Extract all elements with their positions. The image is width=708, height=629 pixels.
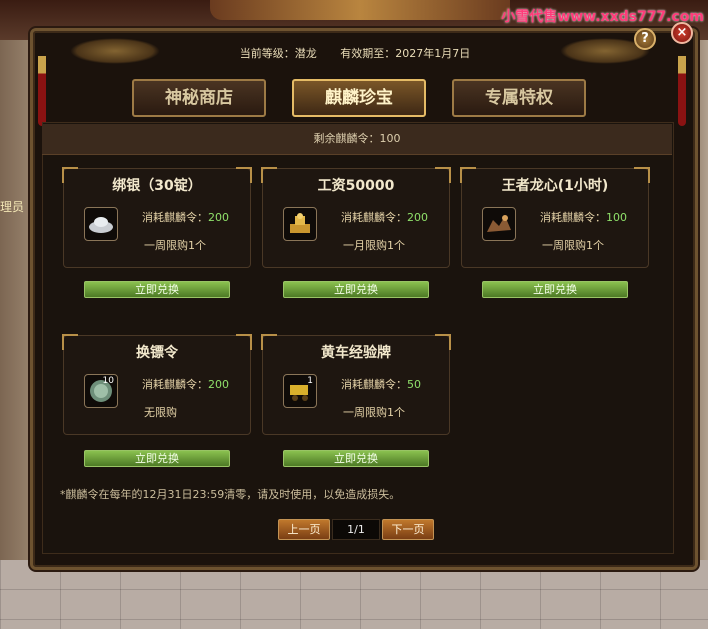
- status-header: 当前等级：潜龙 有效期至：2027年1月7日: [40, 42, 670, 66]
- cost-value: 200: [208, 211, 229, 224]
- exchange-button[interactable]: 立即兑换: [283, 450, 429, 467]
- exchange-button[interactable]: 立即兑换: [283, 281, 429, 298]
- item-title: 黄车经验牌: [321, 345, 391, 361]
- dragon-heart-icon[interactable]: [482, 207, 516, 241]
- tab-mystery-shop[interactable]: 神秘商店: [132, 79, 266, 117]
- item-cost: 消耗麒麟令：200: [142, 209, 229, 225]
- purchase-limit: 无限购: [144, 406, 177, 419]
- item-title: 王者龙心(1小时): [501, 178, 609, 194]
- exchange-button[interactable]: 立即兑换: [482, 281, 628, 298]
- help-button[interactable]: ?: [634, 28, 656, 50]
- item-title: 绑银（30锭）: [112, 178, 202, 194]
- side-npc-text: 理员: [0, 200, 25, 214]
- silver-ingot-icon[interactable]: [84, 207, 118, 241]
- page-indicator: 1/1: [332, 519, 380, 540]
- item-card: 换镖令 10 消耗麒麟令：200 无限购: [62, 334, 252, 435]
- scene-floor: [0, 560, 708, 629]
- exchange-button[interactable]: 立即兑换: [84, 281, 230, 298]
- cost-label: 消耗麒麟令：: [142, 378, 208, 391]
- next-page-button[interactable]: 下一页: [382, 519, 434, 540]
- reset-notice: *麒麟令在每年的12月31日23:59清零，请及时使用，以免造成损失。: [60, 488, 401, 501]
- cost-label: 消耗麒麟令：: [341, 211, 407, 224]
- tab-exclusive-privilege[interactable]: 专属特权: [452, 79, 586, 117]
- item-card: 绑银（30锭） 消耗麒麟令：200 一周限购1个: [62, 167, 252, 268]
- exchange-button[interactable]: 立即兑换: [84, 450, 230, 467]
- remaining-tokens: 剩余麒麟令：100: [42, 124, 672, 155]
- item-cost: 消耗麒麟令：50: [341, 376, 421, 392]
- cost-label: 消耗麒麟令：: [540, 211, 606, 224]
- cost-value: 200: [208, 378, 229, 391]
- watermark: 小雪代售www.xxds777.com: [501, 9, 704, 25]
- prev-page-button[interactable]: 上一页: [278, 519, 330, 540]
- item-card: 黄车经验牌 1 消耗麒麟令：50 一周限购1个: [261, 334, 451, 435]
- escort-token-icon[interactable]: 10: [84, 374, 118, 408]
- gold-seal-icon[interactable]: [283, 207, 317, 241]
- expire-date: 有效期至：2027年1月7日: [340, 47, 471, 60]
- item-cost: 消耗麒麟令：200: [341, 209, 428, 225]
- purchase-limit: 一周限购1个: [144, 239, 206, 252]
- scene-banner: [210, 0, 510, 20]
- cost-value: 100: [606, 211, 627, 224]
- item-count: 10: [102, 376, 114, 386]
- close-button[interactable]: ×: [671, 22, 693, 44]
- item-cost: 消耗麒麟令：100: [540, 209, 627, 225]
- left-tassel-ornament: [38, 56, 46, 126]
- item-count: 1: [307, 376, 313, 386]
- item-card: 王者龙心(1小时) 消耗麒麟令：100 一周限购1个: [460, 167, 650, 268]
- item-card: 工资50000 消耗麒麟令：200 一月限购1个: [261, 167, 451, 268]
- item-title: 换镖令: [136, 345, 178, 361]
- right-tassel-ornament: [678, 56, 686, 126]
- purchase-limit: 一周限购1个: [542, 239, 604, 252]
- cost-label: 消耗麒麟令：: [341, 378, 407, 391]
- purchase-limit: 一月限购1个: [343, 239, 405, 252]
- tab-qilin-treasure[interactable]: 麒麟珍宝: [292, 79, 426, 117]
- current-level: 当前等级：潜龙: [239, 47, 317, 60]
- cost-value: 50: [407, 378, 421, 391]
- item-title: 工资50000: [317, 178, 395, 194]
- cost-label: 消耗麒麟令：: [142, 211, 208, 224]
- yellow-cart-icon[interactable]: 1: [283, 374, 317, 408]
- cost-value: 200: [407, 211, 428, 224]
- tab-bar: 神秘商店 麒麟珍宝 专属特权: [128, 79, 586, 119]
- purchase-limit: 一周限购1个: [343, 406, 405, 419]
- item-cost: 消耗麒麟令：200: [142, 376, 229, 392]
